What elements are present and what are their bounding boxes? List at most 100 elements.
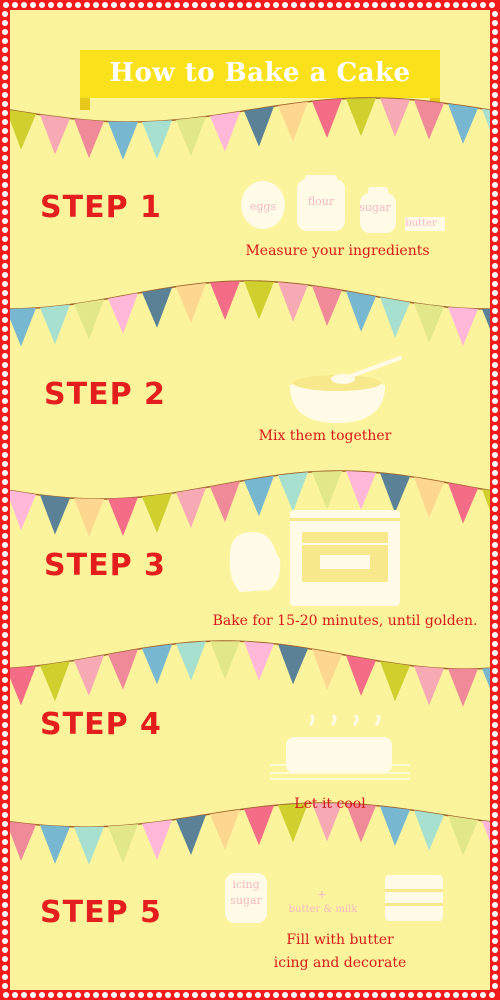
border-dot (372, 2, 378, 8)
border-dot (147, 992, 153, 998)
pennant-flag (312, 98, 342, 139)
border-dot (219, 2, 225, 8)
border-dot (492, 425, 498, 431)
border-dot (111, 992, 117, 998)
border-dot (471, 992, 477, 998)
border-dot (492, 326, 498, 332)
border-dot (492, 452, 498, 458)
pennant-flag (278, 101, 308, 142)
border-dot (453, 992, 459, 998)
border-dot (492, 443, 498, 449)
border-dot (492, 704, 498, 710)
pennant-flag (142, 819, 172, 860)
border-dot (2, 947, 8, 953)
border-dot (492, 965, 498, 971)
border-dot (2, 830, 8, 836)
border-dot (2, 596, 8, 602)
border-dot (444, 2, 450, 8)
pennant-flag (108, 121, 138, 160)
border-dot (492, 119, 498, 125)
border-dot (489, 992, 495, 998)
border-dot (2, 785, 8, 791)
border-dot (2, 254, 8, 260)
border-dot (2, 614, 8, 620)
border-dot (492, 695, 498, 701)
border-dot (237, 2, 243, 8)
pennant-flag (346, 98, 376, 137)
border-dot (2, 866, 8, 872)
border-dot (492, 776, 498, 782)
border-dot (2, 839, 8, 845)
border-dot (492, 902, 498, 908)
border-dot (492, 686, 498, 692)
border-dot (492, 983, 498, 989)
border-dot (2, 47, 8, 53)
plus-sign: + (317, 888, 327, 901)
border-dot (30, 2, 36, 8)
pennant-flag (380, 98, 410, 137)
poster-card: How to Bake a Cake STEP 1 eggs flour sug… (10, 10, 490, 990)
border-dot (492, 344, 498, 350)
border-dot (492, 245, 498, 251)
border-dot (492, 83, 498, 89)
border-dot (237, 992, 243, 998)
border-dot (492, 668, 498, 674)
pennant-flag (414, 477, 444, 518)
border-dot (492, 398, 498, 404)
border-dot (471, 2, 477, 8)
border-dot (2, 506, 8, 512)
border-dot (492, 254, 498, 260)
border-dot (435, 2, 441, 8)
border-dot (2, 641, 8, 647)
border-dot (492, 488, 498, 494)
border-dot (2, 101, 8, 107)
pennant-flag (108, 649, 138, 690)
border-dot (492, 164, 498, 170)
border-dot (426, 2, 432, 8)
border-dot (492, 182, 498, 188)
border-dot (492, 749, 498, 755)
border-dot (2, 173, 8, 179)
border-dot (2, 407, 8, 413)
border-dot (492, 209, 498, 215)
border-dot (318, 2, 324, 8)
border-dot (264, 992, 270, 998)
mixing-bowl-icon (290, 356, 402, 423)
border-dot (2, 893, 8, 899)
border-dot (2, 29, 8, 35)
border-dot (201, 992, 207, 998)
border-dot (2, 668, 8, 674)
border-dot (492, 569, 498, 575)
border-dot (2, 542, 8, 548)
border-dot (2, 290, 8, 296)
border-dot (492, 938, 498, 944)
pennant-flag (40, 304, 70, 345)
border-dot (2, 353, 8, 359)
border-dot (2, 317, 8, 323)
pennant-flag (482, 668, 490, 689)
border-dot (480, 2, 486, 8)
butter-milk-label: butter & milk (288, 904, 358, 915)
border-dot (219, 992, 225, 998)
cooling-cake-icon (270, 715, 410, 780)
border-dot (492, 146, 498, 152)
border-dot (492, 128, 498, 134)
border-dot (2, 92, 8, 98)
pennant-flag (74, 655, 104, 696)
border-dot (2, 650, 8, 656)
border-dot (492, 848, 498, 854)
border-dot (2, 425, 8, 431)
poster: How to Bake a Cake STEP 1 eggs flour sug… (0, 0, 500, 1000)
step-5-label: STEP 5 (40, 895, 162, 930)
pennant-flag (346, 471, 376, 510)
border-dot (174, 992, 180, 998)
border-dot (2, 362, 8, 368)
border-dot (417, 2, 423, 8)
border-dot (492, 281, 498, 287)
border-dot (492, 362, 498, 368)
pennant-flag (108, 824, 138, 864)
border-dot (255, 2, 261, 8)
border-dot (462, 2, 468, 8)
border-dot (3, 992, 9, 998)
border-dot (2, 821, 8, 827)
